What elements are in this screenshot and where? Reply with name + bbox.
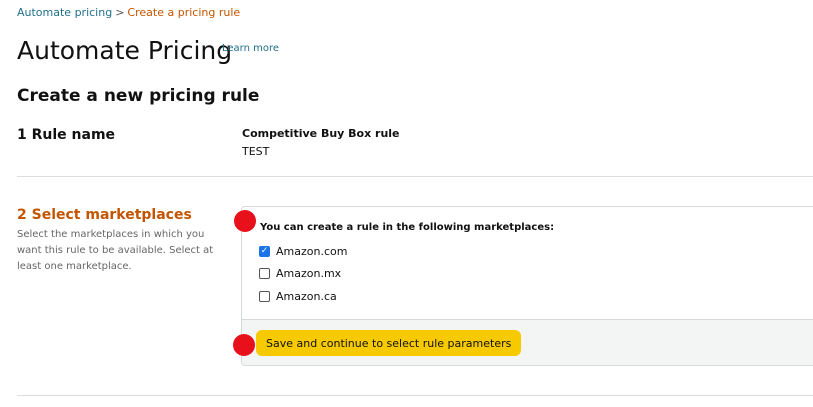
rule-type-label: Competitive Buy Box rule xyxy=(242,127,400,140)
marketplace-label: Amazon.com xyxy=(276,244,348,258)
breadcrumb: Automate pricing > Create a pricing rule xyxy=(17,6,240,19)
checkbox-checked-icon[interactable] xyxy=(259,245,270,257)
section-divider xyxy=(17,176,813,177)
marketplace-panel: You can create a rule in the following m… xyxy=(241,206,813,366)
breadcrumb-current: Create a pricing rule xyxy=(127,6,241,19)
step2-help-text: Select the marketplaces in which you wan… xyxy=(17,229,214,272)
marketplace-option-amazon-ca[interactable]: Amazon.ca xyxy=(259,289,337,303)
red-dot-marker xyxy=(234,210,256,232)
learn-more-link[interactable]: Learn more xyxy=(222,43,279,54)
panel-footer: Save and continue to select rule paramet… xyxy=(242,319,813,365)
checkbox-icon[interactable] xyxy=(259,290,270,302)
marketplace-panel-header: You can create a rule in the following m… xyxy=(260,222,555,233)
breadcrumb-separator: > xyxy=(115,6,125,19)
page-title: Automate Pricing xyxy=(17,36,233,65)
marketplace-option-amazon-com[interactable]: Amazon.com xyxy=(259,244,347,258)
section-divider xyxy=(17,395,813,396)
step2-label: 2 Select marketplaces xyxy=(17,207,192,223)
breadcrumb-link-automate-pricing[interactable]: Automate pricing xyxy=(17,6,112,19)
marketplace-label: Amazon.ca xyxy=(276,289,337,303)
section-heading: Create a new pricing rule xyxy=(17,86,260,106)
step1-label: 1 Rule name xyxy=(17,127,116,143)
save-and-continue-button[interactable]: Save and continue to select rule paramet… xyxy=(256,330,522,356)
red-dot-marker xyxy=(233,334,255,356)
marketplace-label: Amazon.mx xyxy=(276,266,342,280)
checkbox-icon[interactable] xyxy=(259,267,270,279)
rule-name-value: TEST xyxy=(242,145,270,158)
marketplace-option-amazon-mx[interactable]: Amazon.mx xyxy=(259,266,341,280)
